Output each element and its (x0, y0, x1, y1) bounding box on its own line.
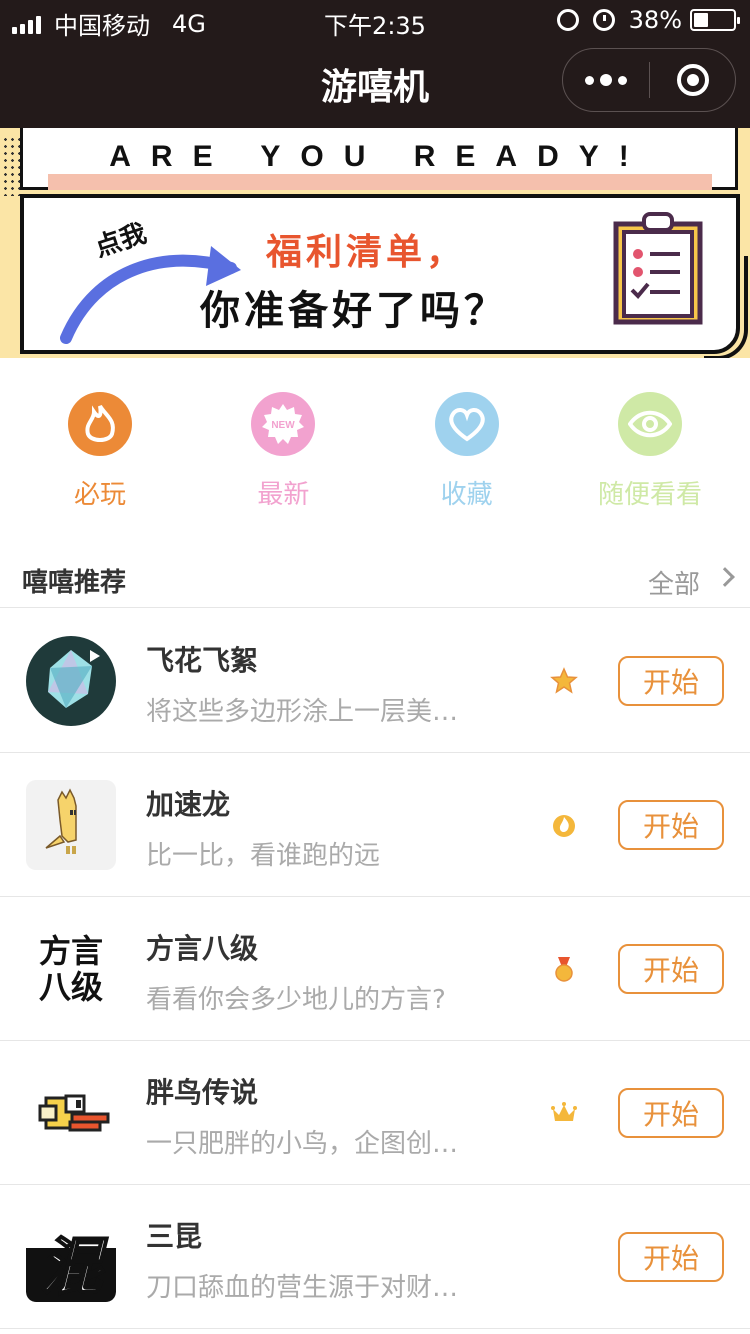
category-favorites[interactable]: 收藏 (407, 392, 527, 522)
category-browse[interactable]: 随便看看 (590, 392, 710, 522)
category-label: 必玩 (73, 480, 126, 510)
category-newest[interactable]: NEW 最新 (223, 392, 343, 522)
heart-icon (434, 392, 499, 456)
more-dot-icon (618, 75, 627, 85)
game-name: 飞花飞絮 (146, 644, 259, 677)
clipboard-icon (613, 212, 703, 325)
start-button[interactable]: 开始 (618, 800, 724, 850)
game-name: 三昆 (146, 1220, 203, 1253)
start-button[interactable]: 开始 (618, 656, 724, 706)
game-thumbnail: 混 (26, 1212, 116, 1302)
star-badge-icon (550, 667, 578, 694)
banner-headline: ARE YOU READY! (109, 140, 649, 173)
banner-question: 你准备好了吗？ (200, 288, 508, 334)
list-item[interactable]: 混 三昆 刀口舔血的营生源于对财… 开始 (0, 1185, 750, 1329)
crown-badge-icon (551, 1102, 577, 1121)
mini-program-capsule (562, 48, 736, 112)
svg-text:NEW: NEW (272, 420, 296, 431)
category-label: 收藏 (440, 480, 493, 510)
battery-percent: 38% (628, 6, 682, 34)
alarm-icon (592, 9, 615, 31)
game-description: 刀口舔血的营生源于对财… (146, 1273, 459, 1303)
game-name: 方言八级 (146, 932, 259, 965)
promo-banner[interactable]: ARE YOU READY! 点我 福利清单， 你准备好了吗？ (0, 128, 750, 358)
game-description: 将这些多边形涂上一层美… (146, 697, 459, 727)
game-description: 一只肥胖的小鸟，企图创… (146, 1129, 459, 1159)
section-title: 嘻嘻推荐 (22, 568, 127, 598)
fire-icon (68, 392, 132, 456)
list-item[interactable]: 方言八级 方言八级 看看你会多少地儿的方言? 开始 (0, 897, 750, 1041)
thumbnail-text: 混 (39, 1229, 103, 1302)
banner-pink-strip (48, 174, 712, 190)
flame-badge-icon (553, 815, 575, 837)
list-item[interactable]: 飞花飞絮 将这些多边形涂上一层美… 开始 (0, 609, 750, 753)
list-item[interactable]: 胖鸟传说 一只肥胖的小鸟，企图创… 开始 (0, 1041, 750, 1185)
list-item[interactable]: 加速龙 比一比，看谁跑的远 开始 (0, 753, 750, 897)
game-name: 胖鸟传说 (146, 1076, 259, 1109)
status-bar: 中国移动 4G 下午2:35 38% (0, 0, 750, 40)
category-must-play[interactable]: 必玩 (40, 392, 160, 522)
see-all-link[interactable]: 全部 (648, 564, 700, 601)
start-button[interactable]: 开始 (618, 1088, 724, 1138)
battery-icon (690, 9, 740, 31)
category-nav: 必玩 NEW 最新 收藏 随便看看 (40, 392, 710, 522)
game-list: 飞花飞絮 将这些多边形涂上一层美… 开始 加速龙 比一比，看谁跑的远 开始 方言… (0, 609, 750, 1329)
top-bar: 中国移动 4G 下午2:35 38% 游嘻机 (0, 0, 750, 128)
category-label: 最新 (257, 480, 310, 510)
more-dot-icon (600, 74, 612, 86)
close-button[interactable] (650, 64, 735, 96)
new-badge-icon: NEW (251, 392, 316, 456)
game-thumbnail (26, 780, 116, 870)
banner-welfare: 福利清单， (266, 232, 467, 273)
game-description: 比一比，看谁跑的远 (146, 841, 381, 871)
rotation-lock-icon (556, 9, 579, 31)
start-button[interactable]: 开始 (618, 1232, 724, 1282)
eye-icon (617, 392, 682, 456)
chevron-right-icon[interactable] (715, 567, 735, 587)
more-dot-icon (585, 75, 594, 85)
more-button[interactable] (563, 49, 649, 111)
category-label: 随便看看 (597, 480, 702, 510)
target-icon (676, 64, 709, 96)
game-thumbnail: 方言八级 (26, 924, 116, 1014)
game-name: 加速龙 (146, 788, 231, 821)
start-button[interactable]: 开始 (618, 944, 724, 994)
thumbnail-text: 方言八级 (38, 932, 103, 1006)
medal-badge-icon (555, 957, 573, 982)
section-header: 嘻嘻推荐 全部 (0, 548, 750, 608)
game-thumbnail (26, 636, 116, 726)
battery-fill (694, 13, 709, 27)
game-thumbnail (26, 1068, 116, 1158)
game-description: 看看你会多少地儿的方言? (146, 985, 446, 1015)
